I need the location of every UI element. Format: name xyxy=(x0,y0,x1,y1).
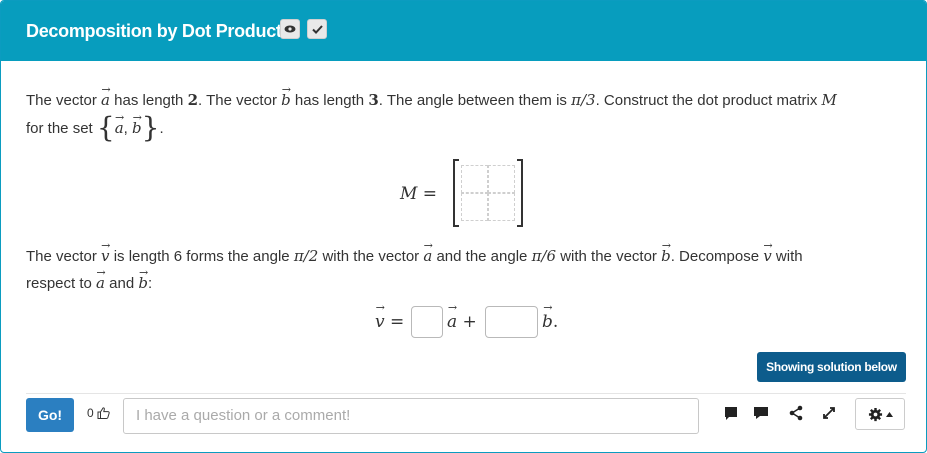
text: has length xyxy=(114,92,184,109)
comment-input[interactable]: I have a question or a comment! xyxy=(123,398,699,434)
divider xyxy=(26,393,906,394)
text: . Decompose xyxy=(670,248,760,265)
text: with the vector xyxy=(322,248,420,265)
vector-b: b xyxy=(542,312,553,332)
set-brace-left: { xyxy=(96,111,115,144)
share-icon[interactable] xyxy=(788,405,804,421)
chat-icon[interactable] xyxy=(753,405,769,421)
problem-panel: Decomposition by Dot Product The vector … xyxy=(0,0,927,453)
text: . The angle between them is xyxy=(378,92,567,109)
vector-a: a xyxy=(101,87,110,114)
text: with xyxy=(775,248,803,265)
go-button[interactable]: Go! xyxy=(26,398,74,432)
vector-b: b xyxy=(661,243,671,270)
set-brace-right: } xyxy=(141,111,160,144)
expand-icon[interactable] xyxy=(821,405,837,421)
length-a: 2 xyxy=(187,91,199,109)
text: and xyxy=(109,275,135,292)
vector-a: a xyxy=(423,243,432,270)
bracket-left xyxy=(453,159,459,227)
text: . The vector xyxy=(198,92,277,109)
problem-title: Decomposition by Dot Product xyxy=(26,21,282,41)
coefficient-b-input[interactable] xyxy=(485,306,538,338)
show-solution-button[interactable]: Showing solution below xyxy=(757,352,906,382)
like-counter[interactable]: 0 xyxy=(87,406,110,420)
angle-va: π/2 xyxy=(293,247,319,265)
text: with the vector xyxy=(560,248,657,265)
equation-middle: a + xyxy=(447,312,477,332)
text: : xyxy=(147,275,153,292)
plus-sign: + xyxy=(462,312,477,332)
text: has length xyxy=(294,92,365,109)
eye-icon[interactable] xyxy=(280,19,300,39)
problem-statement-2: The vector v is length 6 forms the angle… xyxy=(26,243,906,297)
matrix-cell[interactable] xyxy=(488,165,515,193)
coefficient-a-input[interactable] xyxy=(411,306,443,338)
equation-end: b. xyxy=(542,312,558,332)
angle-vb: π/6 xyxy=(531,247,557,265)
equation-lhs: v = xyxy=(375,312,404,332)
text: and the angle xyxy=(436,248,528,265)
thumbs-up-icon[interactable] xyxy=(97,407,110,419)
matrix-cell[interactable] xyxy=(488,193,515,221)
comment-icon[interactable] xyxy=(723,405,739,421)
angle-ab: π/3 xyxy=(571,91,596,109)
like-count: 0 xyxy=(87,406,94,420)
vector-a: a xyxy=(447,312,457,332)
vector-v: v xyxy=(763,243,771,270)
matrix-cell[interactable] xyxy=(461,193,488,221)
matrix-grid xyxy=(461,165,515,221)
checkmark-icon[interactable] xyxy=(307,19,327,39)
text: . Construct the dot product matrix xyxy=(595,92,818,109)
text: for the set xyxy=(26,120,93,137)
set-vector-a: a xyxy=(115,115,124,142)
text: . xyxy=(159,120,164,137)
equals-sign: = xyxy=(390,312,405,332)
caret-up-icon xyxy=(885,411,893,417)
text: The vector xyxy=(26,92,97,109)
text: respect to xyxy=(26,275,92,292)
dot-product-matrix-input xyxy=(453,159,523,227)
text: The vector xyxy=(26,248,97,265)
matrix-name: M xyxy=(821,91,837,109)
gear-icon xyxy=(868,407,882,421)
period: . xyxy=(552,312,559,332)
set-vector-b: b xyxy=(132,115,142,142)
matrix-cell[interactable] xyxy=(461,165,488,193)
vector-b: b xyxy=(281,87,291,114)
length-b: 3 xyxy=(368,91,379,109)
vector-v: v xyxy=(375,312,385,332)
bracket-right xyxy=(517,159,523,227)
text: , xyxy=(123,120,128,137)
problem-statement-1: The vector a has length 2. The vector b … xyxy=(26,87,906,142)
panel-header: Decomposition by Dot Product xyxy=(1,1,926,61)
settings-menu-button[interactable] xyxy=(855,398,905,430)
vector-a: a xyxy=(96,270,105,297)
vector-b: b xyxy=(138,270,148,297)
matrix-equation-label: M = xyxy=(400,184,438,204)
